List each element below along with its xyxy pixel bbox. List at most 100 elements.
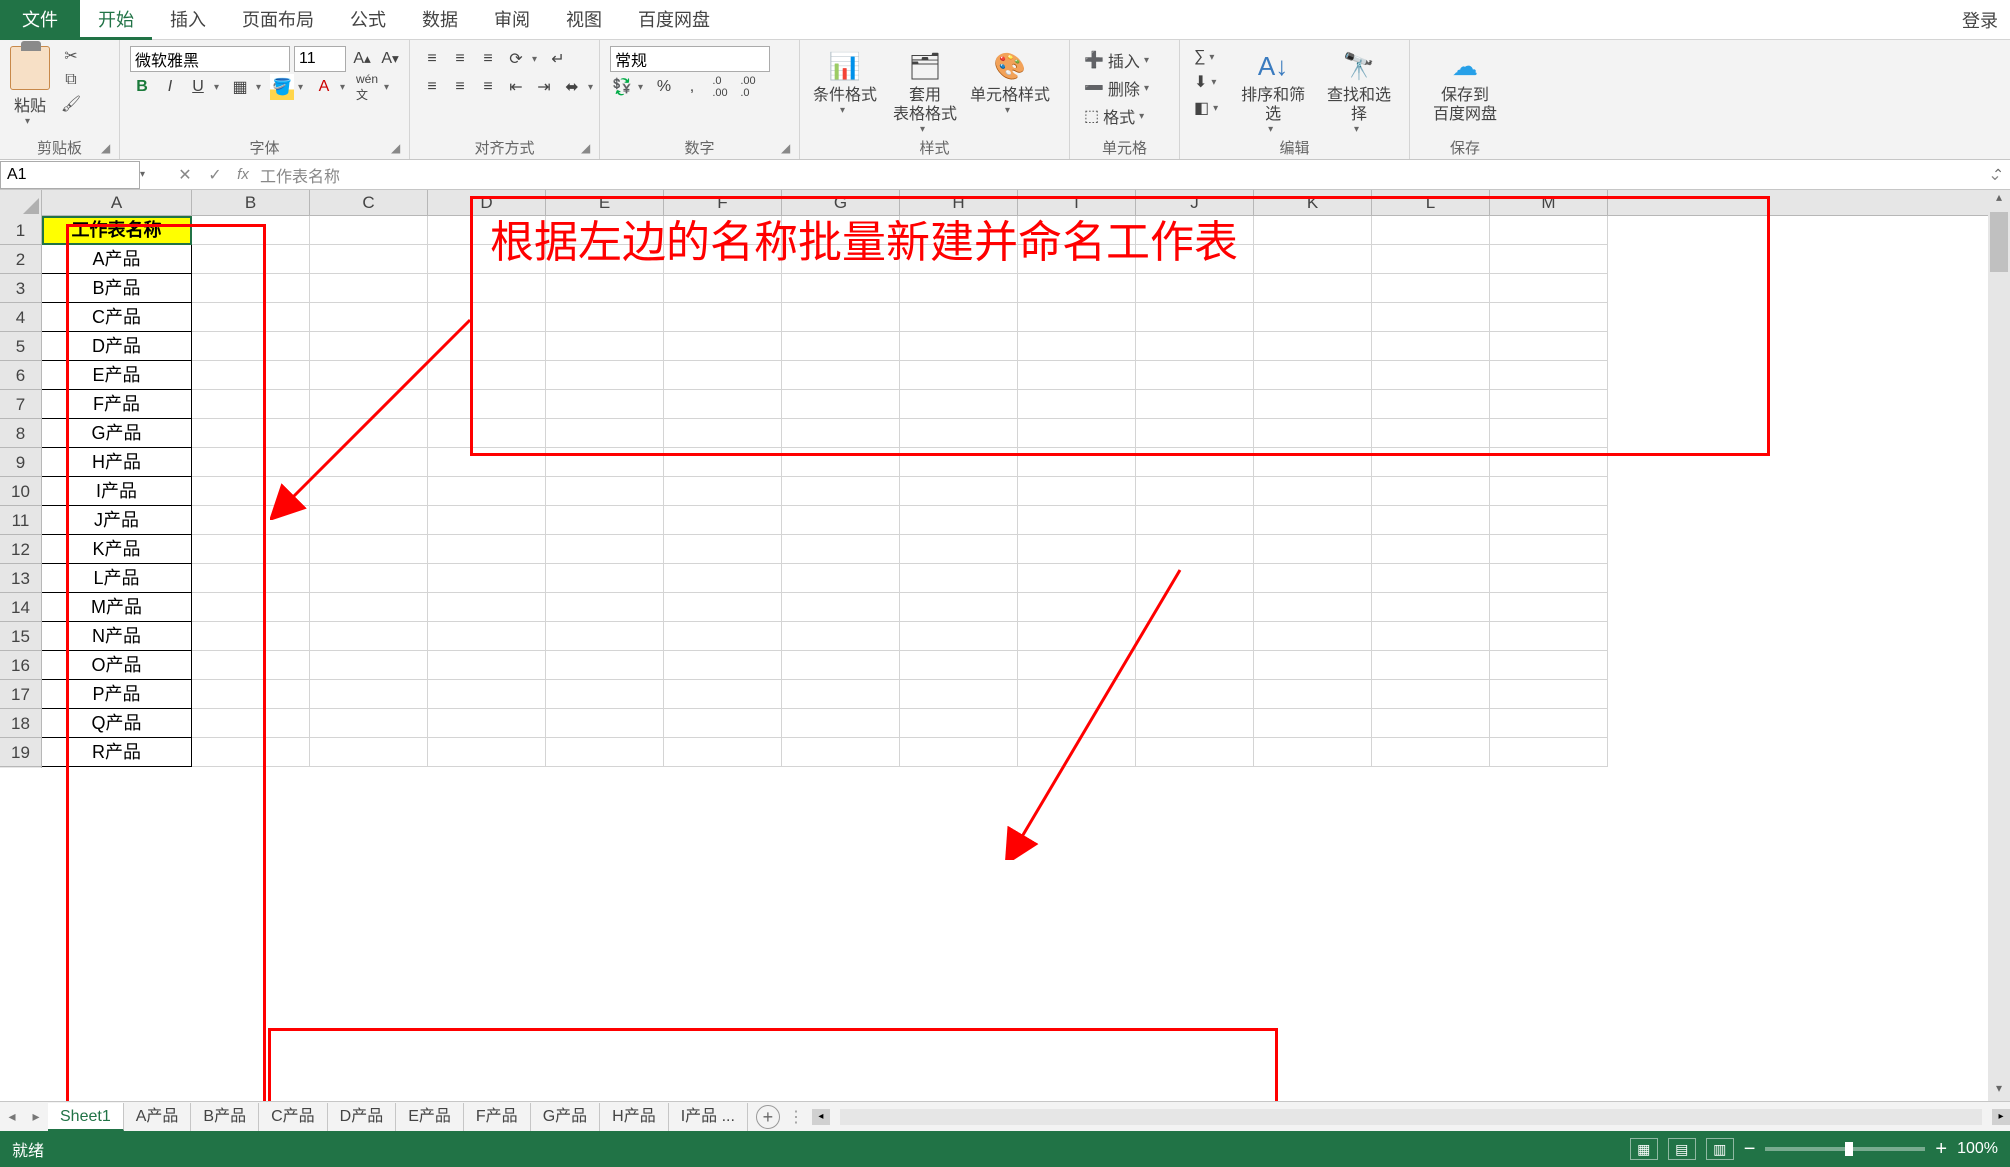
cell[interactable] [1490, 593, 1608, 622]
cell[interactable] [782, 593, 900, 622]
cell[interactable] [310, 419, 428, 448]
sheet-tab[interactable]: Sheet1 [48, 1103, 124, 1131]
cell[interactable] [1136, 593, 1254, 622]
cell[interactable] [1136, 506, 1254, 535]
align-top-icon[interactable]: ≡ [420, 46, 444, 72]
cell[interactable] [1372, 535, 1490, 564]
hscroll-right[interactable]: ▸ [1992, 1109, 2010, 1125]
cell[interactable] [1254, 506, 1372, 535]
sheet-tab[interactable]: I产品 ... [669, 1103, 748, 1131]
cell[interactable] [1018, 477, 1136, 506]
cell[interactable] [900, 477, 1018, 506]
cancel-formula-icon[interactable]: ✕ [170, 165, 200, 185]
cell[interactable] [1254, 738, 1372, 767]
row-header[interactable]: 16 [0, 651, 41, 680]
vscroll-thumb[interactable] [1990, 212, 2008, 272]
cell[interactable] [664, 477, 782, 506]
cell[interactable] [782, 622, 900, 651]
col-header[interactable]: C [310, 190, 428, 215]
row-header[interactable]: 8 [0, 419, 41, 448]
cell[interactable] [782, 506, 900, 535]
cell[interactable] [310, 738, 428, 767]
cell[interactable] [900, 651, 1018, 680]
cell[interactable] [428, 622, 546, 651]
align-middle-icon[interactable]: ≡ [448, 46, 472, 72]
sort-filter-button[interactable]: A↓ 排序和筛选▾ [1233, 46, 1313, 135]
row-header[interactable]: 7 [0, 390, 41, 419]
cell[interactable] [310, 448, 428, 477]
cell[interactable] [1372, 738, 1490, 767]
cell[interactable] [900, 709, 1018, 738]
cell[interactable] [1136, 622, 1254, 651]
increase-indent-icon[interactable]: ⇥ [532, 74, 556, 100]
align-bottom-icon[interactable]: ≡ [476, 46, 500, 72]
cell[interactable] [900, 680, 1018, 709]
cell[interactable] [1136, 738, 1254, 767]
login-link[interactable]: 登录 [1962, 7, 2010, 33]
menu-tab-home[interactable]: 开始 [80, 0, 152, 40]
font-color-button[interactable]: A [312, 74, 336, 100]
cell[interactable] [310, 535, 428, 564]
increase-decimal-icon[interactable]: .0.00 [708, 74, 732, 100]
cell[interactable] [1018, 680, 1136, 709]
comma-icon[interactable]: , [680, 74, 704, 100]
cell[interactable] [310, 303, 428, 332]
cell[interactable] [546, 535, 664, 564]
fill-color-button[interactable]: 🪣 [270, 74, 294, 100]
conditional-format-button[interactable]: 📊 条件格式▾ [810, 46, 880, 116]
vertical-scrollbar[interactable]: ▴ ▾ [1988, 190, 2010, 1101]
menu-tab-formulas[interactable]: 公式 [332, 0, 404, 40]
cell[interactable] [1018, 651, 1136, 680]
cell[interactable] [1490, 564, 1608, 593]
decrease-indent-icon[interactable]: ⇤ [504, 74, 528, 100]
cell[interactable] [900, 506, 1018, 535]
number-dialog-launcher[interactable]: ◢ [781, 141, 795, 155]
cell[interactable] [428, 535, 546, 564]
font-size-select[interactable] [294, 46, 346, 72]
cell[interactable] [782, 535, 900, 564]
cell[interactable] [1490, 651, 1608, 680]
cell[interactable] [310, 651, 428, 680]
new-sheet-button[interactable]: + [756, 1105, 780, 1129]
row-header[interactable]: 2 [0, 245, 41, 274]
align-dialog-launcher[interactable]: ◢ [581, 141, 595, 155]
cell[interactable] [310, 390, 428, 419]
format-cells-button[interactable]: ⬚格式 ▾ [1080, 102, 1169, 130]
number-format-select[interactable] [610, 46, 770, 72]
cell-styles-button[interactable]: 🎨 单元格样式▾ [970, 46, 1050, 116]
cell[interactable] [1372, 651, 1490, 680]
cell[interactable] [1490, 535, 1608, 564]
row-header[interactable]: 9 [0, 448, 41, 477]
cell[interactable] [782, 680, 900, 709]
decrease-decimal-icon[interactable]: .00.0 [736, 74, 760, 100]
cell[interactable] [900, 593, 1018, 622]
cell[interactable] [900, 738, 1018, 767]
orientation-icon[interactable]: ⟳ [504, 46, 528, 72]
align-center-icon[interactable]: ≡ [448, 74, 472, 100]
row-header[interactable]: 4 [0, 303, 41, 332]
formula-input[interactable] [256, 162, 1980, 188]
cell[interactable] [782, 477, 900, 506]
cell[interactable] [310, 274, 428, 303]
zoom-in-button[interactable]: + [1935, 1138, 1947, 1161]
cell[interactable] [310, 709, 428, 738]
zoom-slider[interactable] [1765, 1147, 1925, 1151]
zoom-level[interactable]: 100% [1957, 1140, 1998, 1158]
sheet-tab[interactable]: B产品 [191, 1103, 259, 1131]
cell[interactable] [1372, 709, 1490, 738]
cell[interactable] [1490, 477, 1608, 506]
cell[interactable] [782, 738, 900, 767]
wrap-text-icon[interactable]: ↵ [546, 46, 570, 72]
cell[interactable] [428, 506, 546, 535]
cell[interactable] [1254, 709, 1372, 738]
increase-font-icon[interactable]: A▴ [350, 46, 374, 72]
cell[interactable] [428, 477, 546, 506]
copy-icon[interactable]: ⧉ [60, 70, 82, 90]
menu-tab-insert[interactable]: 插入 [152, 0, 224, 40]
cell[interactable] [1490, 680, 1608, 709]
menu-tab-data[interactable]: 数据 [404, 0, 476, 40]
col-header[interactable]: A [42, 190, 192, 215]
cell[interactable] [664, 535, 782, 564]
cell[interactable] [310, 477, 428, 506]
format-as-table-button[interactable]: 🗂 套用 表格格式▾ [890, 46, 960, 135]
